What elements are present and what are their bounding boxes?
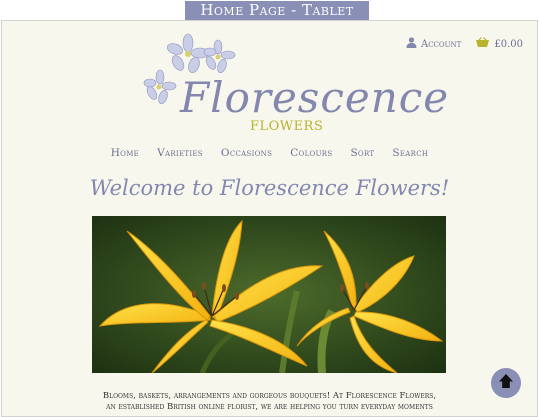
basket-icon	[475, 37, 490, 51]
page-label: Home Page - Tablet	[185, 1, 369, 20]
header-utilities: Account £0.00	[406, 37, 523, 51]
welcome-heading: Welcome to Florescence Flowers!	[89, 176, 450, 200]
user-icon	[406, 37, 417, 51]
nav-home[interactable]: Home	[111, 147, 139, 159]
tablet-frame: Account £0.00 Florescence FLOWERS Home V…	[1, 20, 538, 417]
account-link[interactable]: Account	[406, 37, 461, 51]
nav-sort[interactable]: Sort	[350, 147, 374, 159]
intro-text: Blooms, baskets, arrangements and gorgeo…	[42, 391, 497, 413]
nav-occasions[interactable]: Occasions	[221, 147, 272, 159]
basket-total: £0.00	[494, 38, 523, 50]
nav-colours[interactable]: Colours	[290, 147, 332, 159]
brand-subtitle: FLOWERS	[250, 119, 324, 134]
nav-varieties[interactable]: Varieties	[157, 147, 203, 159]
arrow-up-icon	[497, 372, 515, 394]
back-to-top-button[interactable]	[491, 368, 521, 398]
main-nav: Home Varieties Occasions Colours Sort Se…	[2, 147, 537, 159]
site-logo[interactable]: Florescence FLOWERS	[138, 33, 448, 141]
intro-line-1: Blooms, baskets, arrangements and gorgeo…	[102, 391, 437, 401]
brand-name: Florescence	[180, 73, 450, 122]
hero-image	[92, 216, 446, 375]
nav-search[interactable]: Search	[392, 147, 428, 159]
basket-link[interactable]: £0.00	[475, 37, 523, 51]
intro-line-2: an established British online florist, w…	[106, 402, 433, 412]
account-label: Account	[420, 38, 462, 50]
